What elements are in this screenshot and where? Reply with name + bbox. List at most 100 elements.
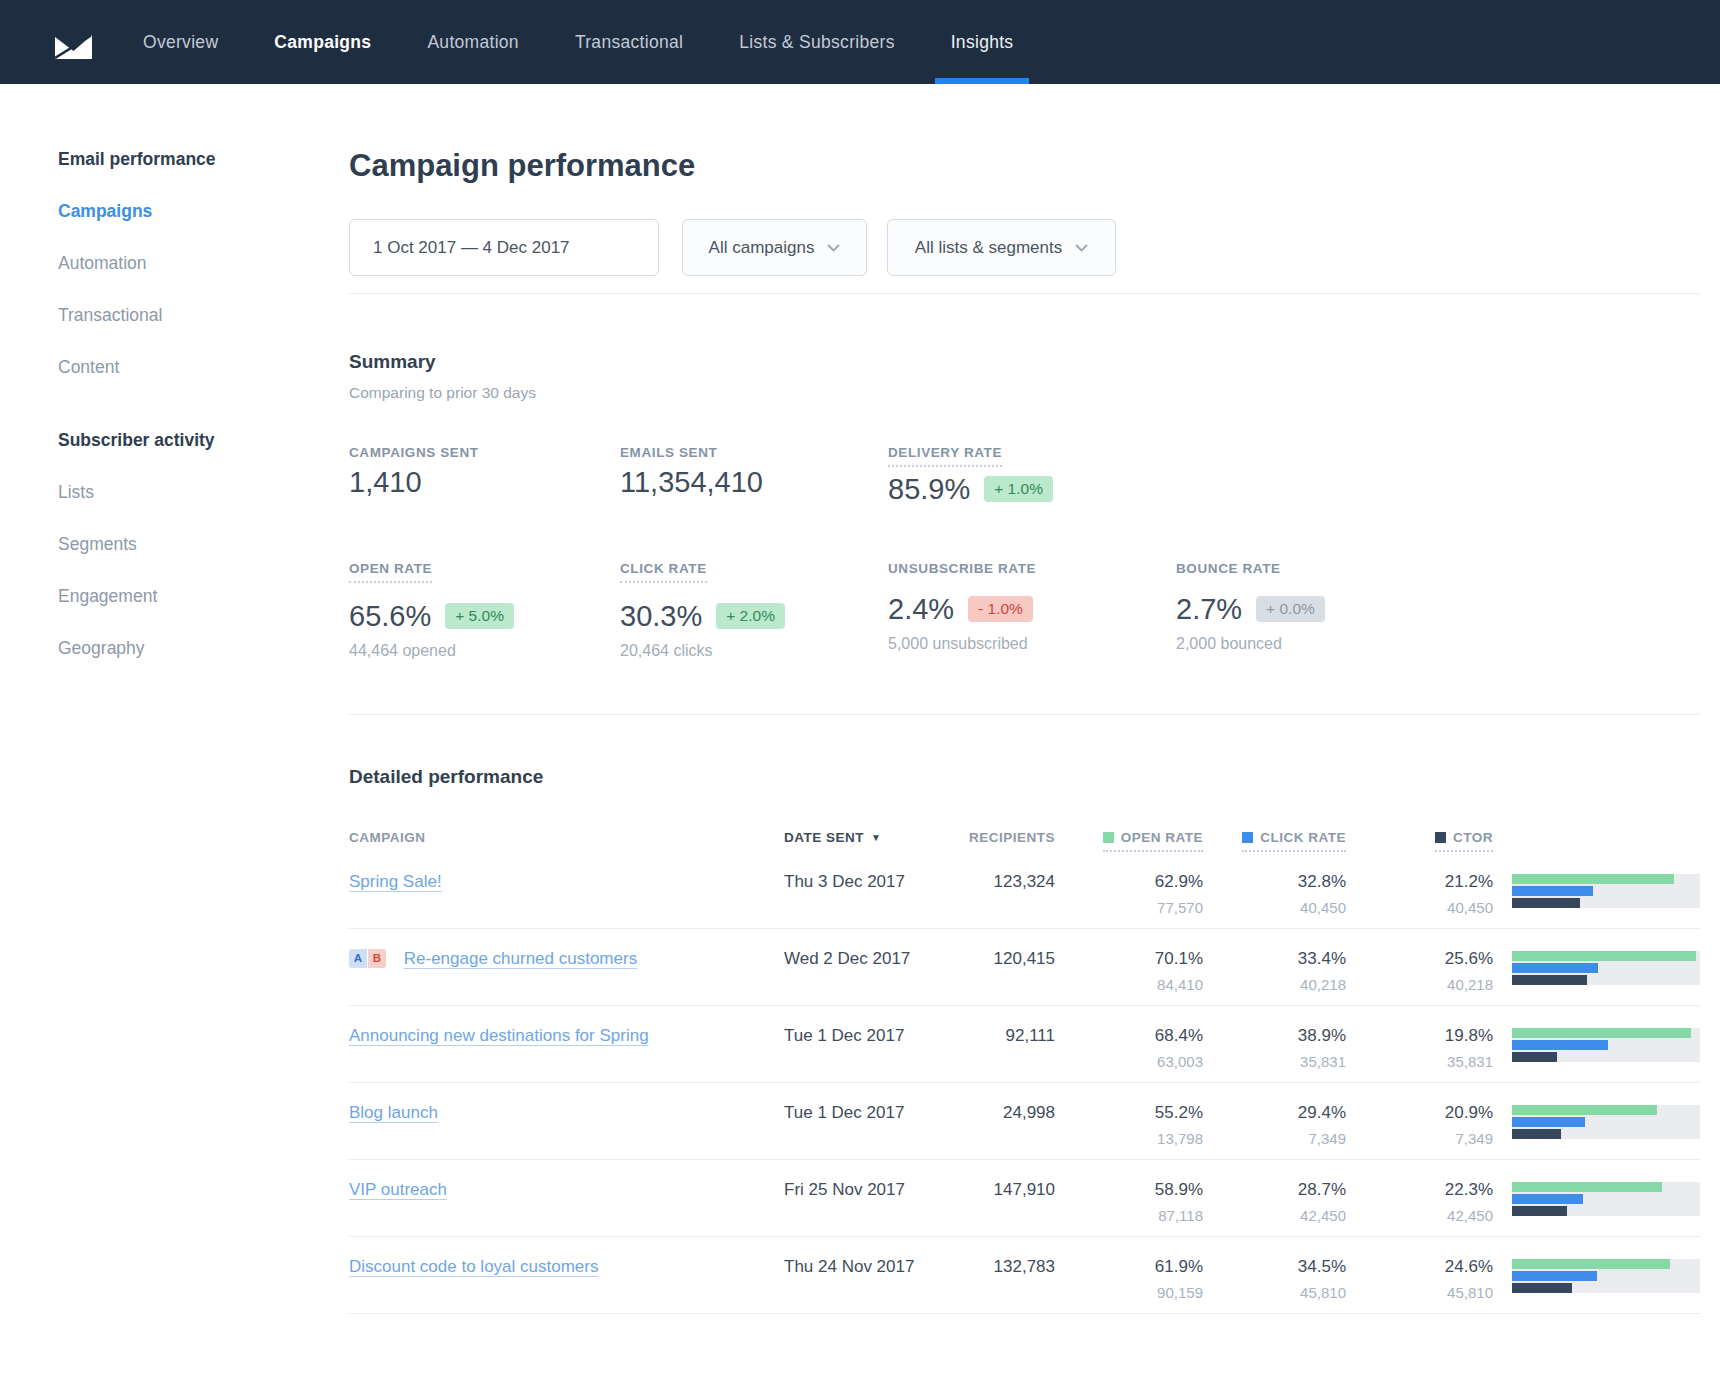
lists-segments-dropdown[interactable]: All lists & segments — [887, 219, 1116, 276]
col-ctor[interactable]: CTOR — [1346, 831, 1493, 852]
row-bar-chart — [1512, 874, 1700, 908]
click-rate: 29.4% — [1203, 1102, 1346, 1123]
click-count: 45,810 — [1203, 1284, 1346, 1301]
date-sent: Wed 2 Dec 2017 — [784, 948, 924, 993]
date-range-input[interactable]: 1 Oct 2017 — 4 Dec 2017 — [349, 219, 659, 276]
open-rate-legend-icon — [1103, 832, 1114, 843]
ctor-count: 7,349 — [1346, 1130, 1493, 1147]
sidebar-item-engagement[interactable]: Engagement — [58, 588, 298, 605]
open-rate: 70.1% — [1055, 948, 1203, 969]
sidebar-item-segments[interactable]: Segments — [58, 536, 298, 553]
campaigns-dropdown[interactable]: All campaigns — [682, 219, 867, 276]
sidebar-item-transactional[interactable]: Transactional — [58, 307, 298, 324]
page-title: Campaign performance — [349, 150, 1700, 182]
delta-badge: + 5.0% — [445, 603, 514, 629]
sidebar-item-content[interactable]: Content — [58, 359, 298, 376]
open-rate: 62.9% — [1055, 871, 1203, 892]
open-rate-bar — [1512, 951, 1696, 961]
click-rate-bar — [1512, 963, 1598, 973]
date-sent: Fri 25 Nov 2017 — [784, 1179, 924, 1224]
click-count: 40,218 — [1203, 976, 1346, 993]
filters: 1 Oct 2017 — 4 Dec 2017 All campaigns Al… — [349, 219, 1700, 276]
table-header: CAMPAIGN DATE SENT▼ RECIPIENTS OPEN RATE… — [349, 831, 1700, 852]
ctor-bar — [1512, 898, 1580, 908]
recipients: 120,415 — [924, 948, 1055, 993]
ctor-legend-icon — [1435, 832, 1446, 843]
campaign-link[interactable]: Discount code to loyal customers — [349, 1257, 598, 1276]
sidebar-item-lists[interactable]: Lists — [58, 484, 298, 501]
open-count: 84,410 — [1055, 976, 1203, 993]
sidebar-item-automation[interactable]: Automation — [58, 255, 298, 272]
chevron-down-icon — [827, 244, 840, 252]
campaign-link[interactable]: Spring Sale! — [349, 872, 442, 891]
sidebar-item-campaigns[interactable]: Campaigns — [58, 203, 298, 220]
row-bar-chart — [1512, 1028, 1700, 1062]
stat-bounce-rate: BOUNCE RATE 2.7% + 0.0% 2,000 bounced — [1176, 562, 1700, 659]
campaign-link[interactable]: Blog launch — [349, 1103, 438, 1122]
click-count: 7,349 — [1203, 1130, 1346, 1147]
campaign-link[interactable]: Announcing new destinations for Spring — [349, 1026, 649, 1045]
row-bar-chart — [1512, 1259, 1700, 1293]
campaign-link[interactable]: VIP outreach — [349, 1180, 447, 1199]
delta-badge: + 2.0% — [716, 603, 785, 629]
stat-subtext: 5,000 unsubscribed — [888, 635, 1176, 652]
open-count: 13,798 — [1055, 1130, 1203, 1147]
open-count: 90,159 — [1055, 1284, 1203, 1301]
date-sent: Tue 1 Dec 2017 — [784, 1025, 924, 1070]
stat-campaigns-sent: CAMPAIGNS SENT 1,410 — [349, 446, 620, 505]
summary-title: Summary — [349, 352, 1700, 371]
col-date-sent[interactable]: DATE SENT▼ — [784, 831, 924, 846]
click-rate: 34.5% — [1203, 1256, 1346, 1277]
open-rate-bar — [1512, 1105, 1657, 1115]
campaign-monitor-logo[interactable] — [55, 0, 92, 84]
nav-tab-overview[interactable]: Overview — [115, 0, 246, 84]
date-sent: Tue 1 Dec 2017 — [784, 1102, 924, 1147]
col-click-rate[interactable]: CLICK RATE — [1203, 831, 1346, 852]
campaign-link[interactable]: Re-engage churned customers — [404, 949, 637, 968]
stat-subtext: 44,464 opened — [349, 642, 620, 659]
click-count: 40,450 — [1203, 899, 1346, 916]
row-bar-chart — [1512, 951, 1700, 985]
date-sent: Thu 3 Dec 2017 — [784, 871, 924, 916]
delta-badge: + 1.0% — [984, 476, 1053, 502]
main-content: Campaign performance 1 Oct 2017 — 4 Dec … — [349, 0, 1700, 1314]
summary-subtitle: Comparing to prior 30 days — [349, 385, 1700, 401]
click-rate: 33.4% — [1203, 948, 1346, 969]
ctor-count: 45,810 — [1346, 1284, 1493, 1301]
stat-delivery-rate: DELIVERY RATE 85.9% + 1.0% — [888, 446, 1176, 505]
campaigns-dropdown-value: All campaigns — [709, 238, 815, 258]
ctor: 19.8% — [1346, 1025, 1493, 1046]
click-rate-bar — [1512, 1040, 1608, 1050]
col-recipients: RECIPIENTS — [924, 831, 1055, 845]
open-count: 87,118 — [1055, 1207, 1203, 1224]
col-open-rate[interactable]: OPEN RATE — [1055, 831, 1203, 852]
detailed-title: Detailed performance — [349, 767, 1700, 786]
sidebar: Email performance Campaigns Automation T… — [58, 151, 298, 692]
sidebar-heading-email-performance: Email performance — [58, 151, 298, 168]
open-rate-bar — [1512, 1182, 1662, 1192]
table-row: VIP outreach Fri 25 Nov 2017 147,910 58.… — [349, 1160, 1700, 1237]
open-rate: 61.9% — [1055, 1256, 1203, 1277]
open-rate-bar — [1512, 1259, 1670, 1269]
stat-click-rate: CLICK RATE 30.3% + 2.0% 20,464 clicks — [620, 562, 888, 659]
stat-subtext: 2,000 bounced — [1176, 635, 1700, 652]
lists-dropdown-value: All lists & segments — [915, 238, 1062, 258]
ctor-count: 42,450 — [1346, 1207, 1493, 1224]
delta-badge: + 0.0% — [1256, 596, 1325, 622]
row-bar-chart — [1512, 1105, 1700, 1139]
chevron-down-icon — [1075, 244, 1088, 252]
summary-section: Summary Comparing to prior 30 days CAMPA… — [349, 352, 1700, 659]
table-row: AB Re-engage churned customers Wed 2 Dec… — [349, 929, 1700, 1006]
ctor: 25.6% — [1346, 948, 1493, 969]
detailed-performance-section: Detailed performance CAMPAIGN DATE SENT▼… — [349, 767, 1700, 1314]
table-row: Spring Sale! Thu 3 Dec 2017 123,324 62.9… — [349, 852, 1700, 929]
recipients: 92,111 — [924, 1025, 1055, 1070]
delta-badge: - 1.0% — [968, 596, 1033, 622]
ctor-bar — [1512, 1129, 1561, 1139]
ctor: 22.3% — [1346, 1179, 1493, 1200]
ab-test-badge: AB — [349, 949, 386, 968]
sidebar-item-geography[interactable]: Geography — [58, 640, 298, 657]
click-count: 35,831 — [1203, 1053, 1346, 1070]
click-rate-bar — [1512, 1117, 1585, 1127]
stat-unsubscribe-rate: UNSUBSCRIBE RATE 2.4% - 1.0% 5,000 unsub… — [888, 562, 1176, 659]
